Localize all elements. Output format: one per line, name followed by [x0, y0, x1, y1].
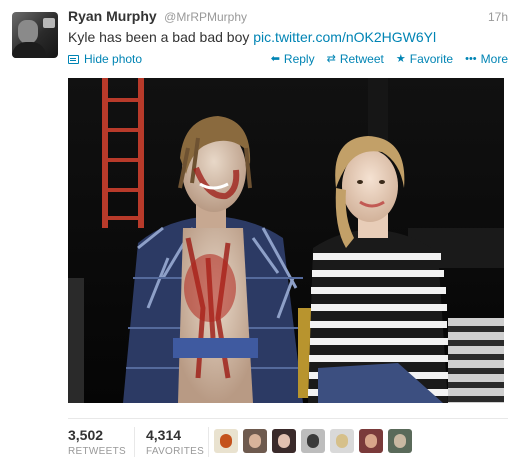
stats-divider [134, 427, 135, 457]
favorite-button[interactable]: ★ Favorite [396, 52, 453, 66]
tweet-header: Ryan Murphy @MrRPMurphy 17h [68, 8, 508, 26]
tweet-timestamp[interactable]: 17h [488, 10, 508, 24]
author-fullname[interactable]: Ryan Murphy [68, 8, 157, 24]
favoriter-face [307, 434, 319, 448]
tweet-photo-link[interactable]: pic.twitter.com/nOK2HGW6Yl [253, 29, 436, 45]
hide-photo-label: Hide photo [84, 52, 143, 66]
tweet-body: Kyle has been a bad bad boy [68, 29, 254, 45]
favoriter-face [278, 434, 290, 448]
tweet-photo[interactable] [68, 78, 504, 403]
favoriter-face [249, 434, 261, 448]
tweet-actions: Hide photo ⬅ Reply ⇄ Retweet ★ Favorite … [68, 52, 508, 68]
photo-icon [68, 54, 79, 64]
favoriter-face [394, 434, 406, 448]
favoriter-avatar-5[interactable] [330, 429, 354, 453]
tweet-action-bar: ⬅ Reply ⇄ Retweet ★ Favorite ••• More [259, 52, 508, 66]
tweet-stats: 3,502 RETWEETS 4,314 FAVORITES [68, 418, 508, 459]
favoriter-avatar-4[interactable] [301, 429, 325, 453]
favoriter-avatar-7[interactable] [388, 429, 412, 453]
background-light [43, 18, 55, 28]
tweet-text: Kyle has been a bad bad boy pic.twitter.… [68, 29, 436, 45]
favoriter-face [336, 434, 348, 448]
retweets-count: 3,502 [68, 427, 104, 443]
author-username[interactable]: @MrRPMurphy [164, 10, 247, 24]
reply-label: Reply [283, 52, 315, 66]
favorites-count: 4,314 [146, 427, 182, 443]
retweet-label: Retweet [339, 52, 384, 66]
favoriter-avatar-6[interactable] [359, 429, 383, 453]
favorites-stat[interactable]: 4,314 FAVORITES [146, 427, 204, 457]
avatar-head [18, 20, 38, 44]
retweet-button[interactable]: ⇄ Retweet [327, 52, 384, 66]
more-button[interactable]: ••• More [465, 52, 508, 66]
profile-avatar[interactable] [12, 12, 58, 58]
favoriter-face [220, 434, 232, 448]
stats-divider [208, 427, 209, 457]
favoriter-face [365, 434, 377, 448]
star-icon: ★ [395, 53, 406, 65]
favoriter-avatar-2[interactable] [243, 429, 267, 453]
reply-arrow-icon: ⬅ [270, 53, 280, 65]
tweet: Ryan Murphy @MrRPMurphy 17h Kyle has bee… [0, 0, 516, 466]
more-label: More [480, 52, 508, 66]
hide-photo-button[interactable]: Hide photo [68, 52, 142, 66]
favorite-label: Favorite [409, 52, 454, 66]
retweets-stat[interactable]: 3,502 RETWEETS [68, 427, 126, 457]
favoriter-avatar-1[interactable] [214, 429, 238, 453]
retweet-icon: ⇄ [326, 53, 336, 65]
favoriter-avatars [214, 429, 417, 453]
photo-illustration [68, 78, 504, 403]
favorites-label: FAVORITES [146, 446, 205, 457]
retweets-label: RETWEETS [68, 446, 126, 457]
reply-button[interactable]: ⬅ Reply [271, 52, 315, 66]
favoriter-avatar-3[interactable] [272, 429, 296, 453]
ellipsis-icon: ••• [465, 53, 477, 65]
avatar-shoulders [12, 42, 46, 58]
striped-cloth [448, 318, 504, 403]
